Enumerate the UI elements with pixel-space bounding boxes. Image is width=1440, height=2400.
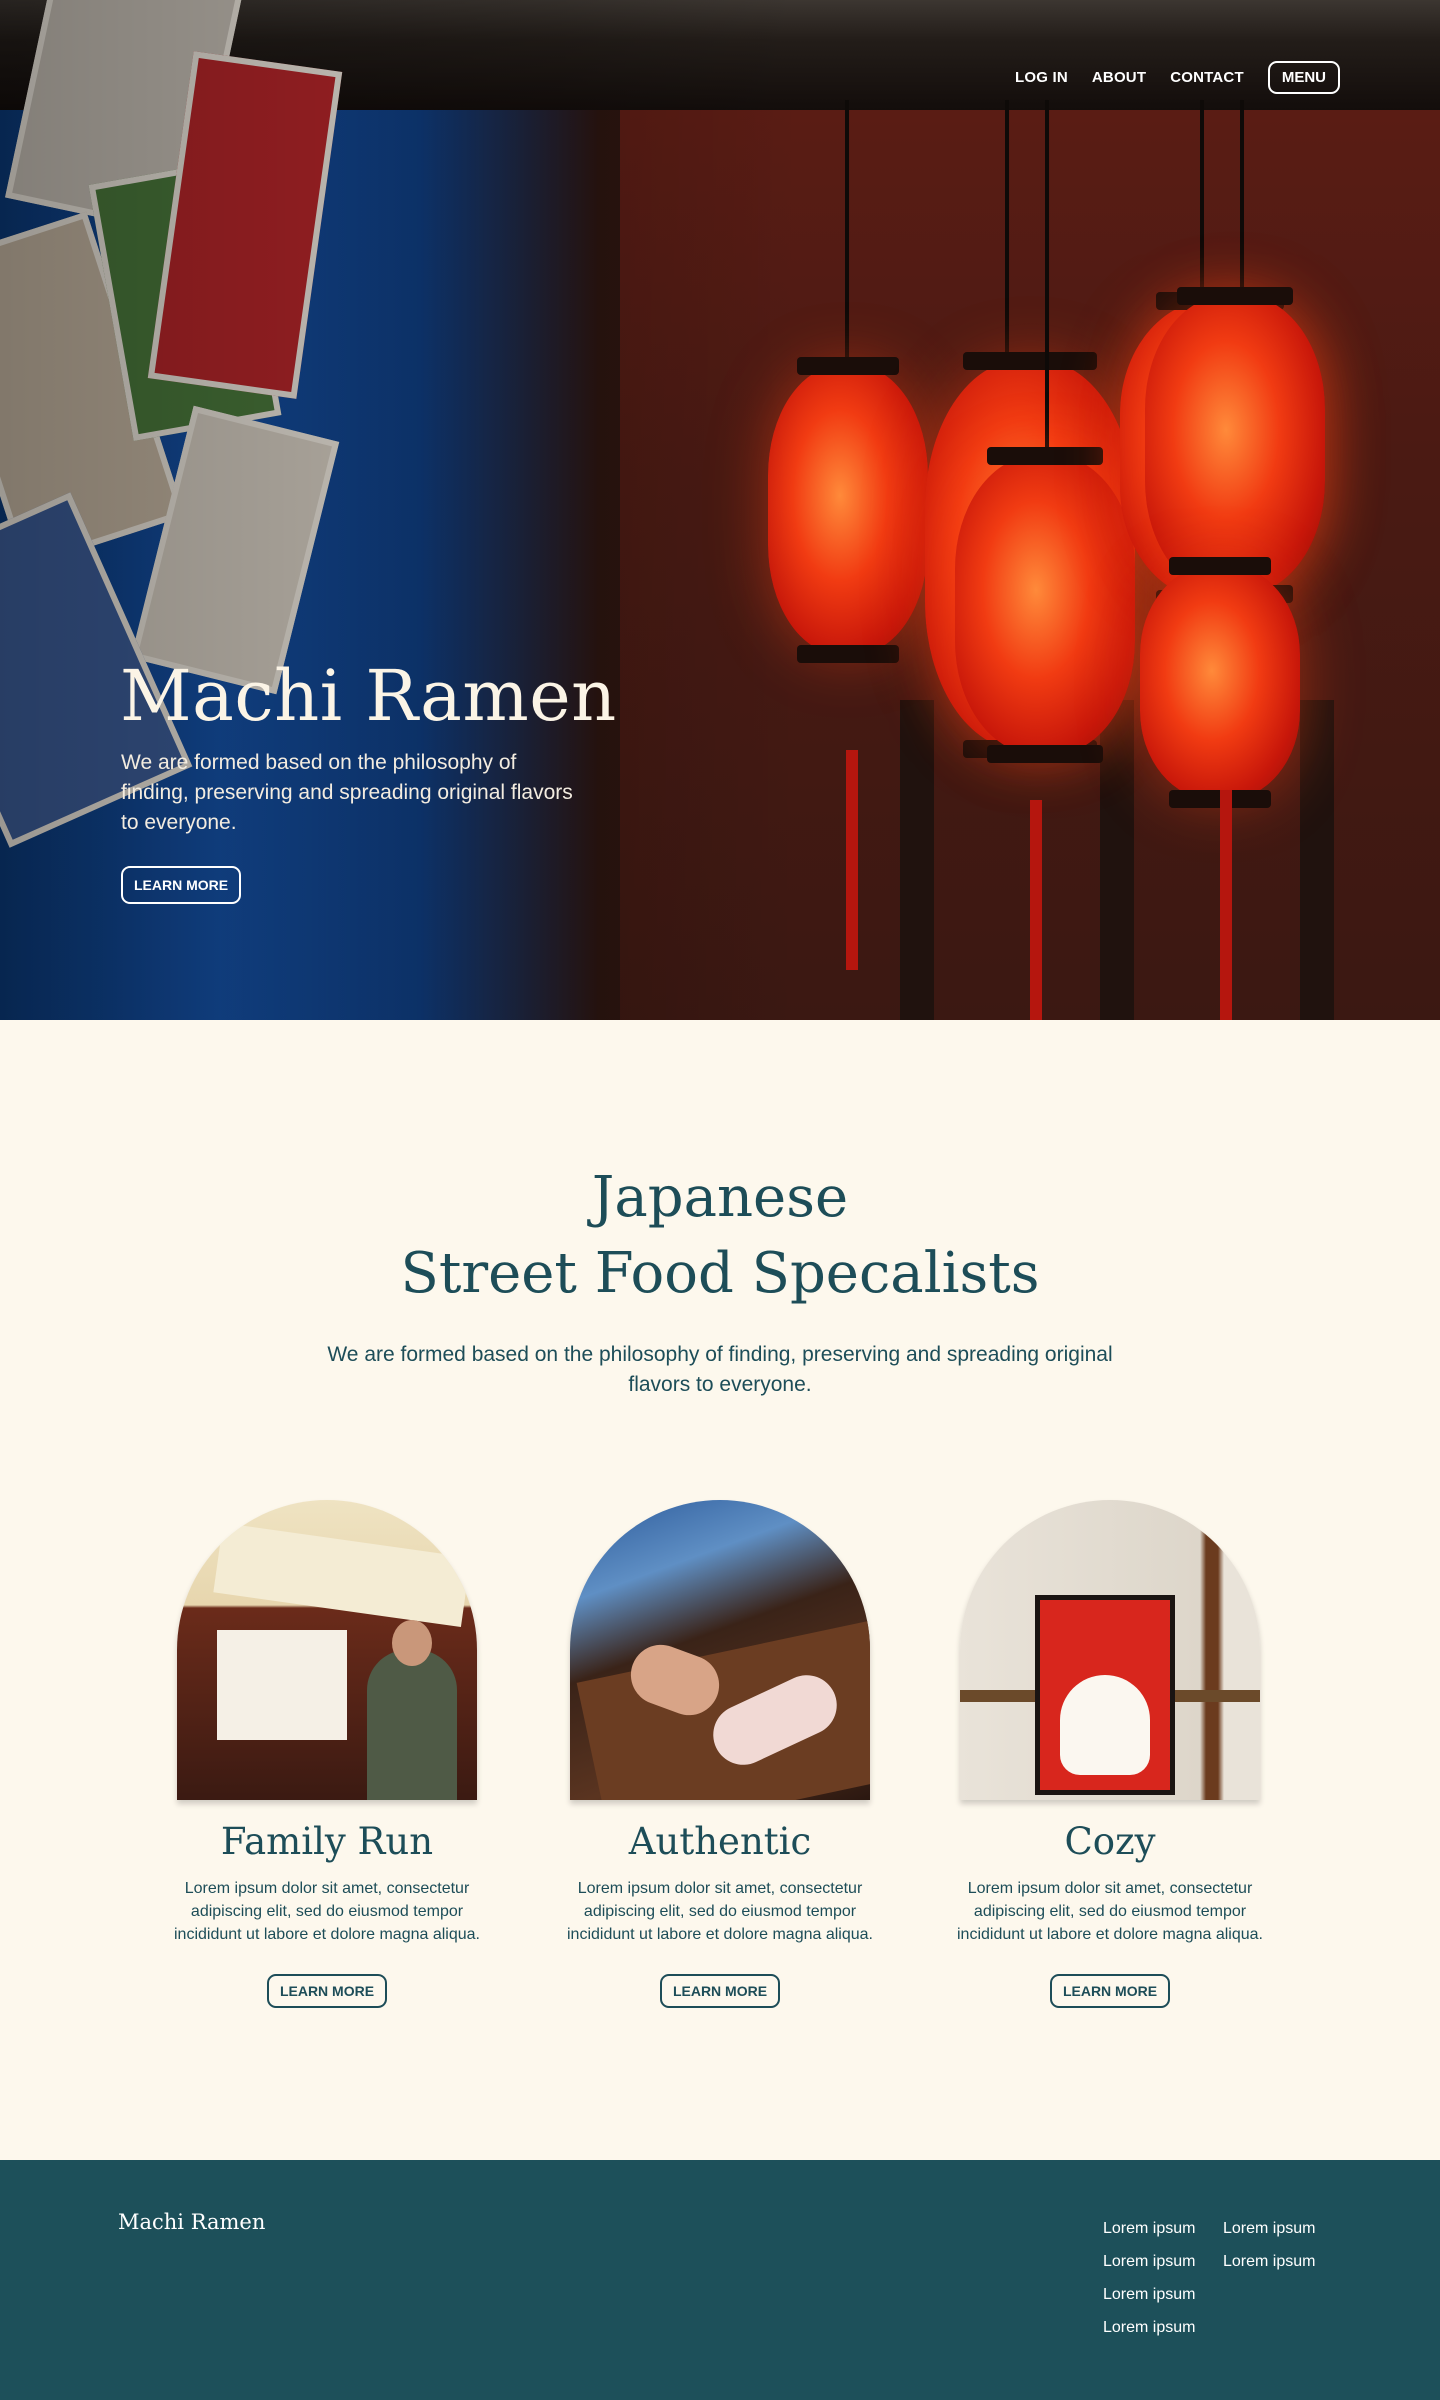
- top-navigation: LOG IN ABOUT CONTACT MENU: [1015, 60, 1340, 94]
- person-figure: [367, 1650, 457, 1800]
- hero-title: Machi Ramen: [120, 655, 617, 737]
- feature-card-authentic: Authentic Lorem ipsum dolor sit amet, co…: [565, 1500, 875, 2008]
- intro-subtitle: We are formed based on the philosophy of…: [327, 1343, 1113, 1396]
- feature-card-family-run: Family Run Lorem ipsum dolor sit amet, c…: [172, 1500, 482, 2008]
- hero-learn-more-button[interactable]: LEARN MORE: [121, 866, 242, 904]
- feature-title: Family Run: [220, 1820, 434, 1863]
- menu-button[interactable]: MENU: [1267, 60, 1340, 94]
- lucky-cat-figure: [1060, 1675, 1150, 1775]
- nav-contact-link[interactable]: CONTACT: [1170, 69, 1244, 86]
- feature-title: Authentic: [628, 1820, 812, 1863]
- person-head: [392, 1620, 432, 1666]
- intro-title-line1: Japanese: [591, 1165, 849, 1230]
- feature-learn-more-button[interactable]: LEARN MORE: [1049, 1974, 1171, 2008]
- menu-board: [217, 1630, 347, 1740]
- nav-login-link[interactable]: LOG IN: [1015, 69, 1068, 86]
- feature-card-cozy: Cozy Lorem ipsum dolor sit amet, consect…: [955, 1500, 1265, 2008]
- feature-image-knife-prep: [570, 1500, 870, 1800]
- feature-title: Cozy: [1064, 1820, 1156, 1863]
- shop-sign: [213, 1522, 471, 1628]
- footer-link[interactable]: Lorem ipsum: [1103, 2284, 1223, 2306]
- feature-learn-more-button[interactable]: LEARN MORE: [659, 1974, 781, 2008]
- nav-about-link[interactable]: ABOUT: [1092, 69, 1146, 86]
- feature-image-shop-front: [177, 1500, 477, 1800]
- hero-section: LOG IN ABOUT CONTACT MENU Machi Ramen We…: [0, 0, 1440, 1020]
- feature-learn-more-button[interactable]: LEARN MORE: [266, 1974, 388, 2008]
- intro-title: Japanese Street Food Specalists: [0, 1160, 1440, 1312]
- footer-link[interactable]: Lorem ipsum: [1223, 2251, 1333, 2273]
- feature-text: Lorem ipsum dolor sit amet, consectetur …: [567, 1880, 873, 1943]
- footer-link[interactable]: Lorem ipsum: [1223, 2218, 1333, 2240]
- footer-links: Lorem ipsum Lorem ipsum Lorem ipsum Lore…: [1103, 2218, 1333, 2339]
- hero-subtitle: We are formed based on the philosophy of…: [121, 751, 573, 834]
- footer-link[interactable]: Lorem ipsum: [1103, 2218, 1223, 2240]
- feature-text: Lorem ipsum dolor sit amet, consectetur …: [957, 1880, 1263, 1943]
- footer-link[interactable]: Lorem ipsum: [1103, 2251, 1223, 2273]
- site-footer: Machi Ramen Lorem ipsum Lorem ipsum Lore…: [0, 2160, 1440, 2400]
- footer-link[interactable]: Lorem ipsum: [1103, 2317, 1223, 2339]
- feature-text: Lorem ipsum dolor sit amet, consectetur …: [174, 1880, 480, 1943]
- feature-image-lucky-cat-banner: [960, 1500, 1260, 1800]
- intro-title-line2: Street Food Specalists: [400, 1241, 1040, 1306]
- footer-brand: Machi Ramen: [118, 2210, 266, 2234]
